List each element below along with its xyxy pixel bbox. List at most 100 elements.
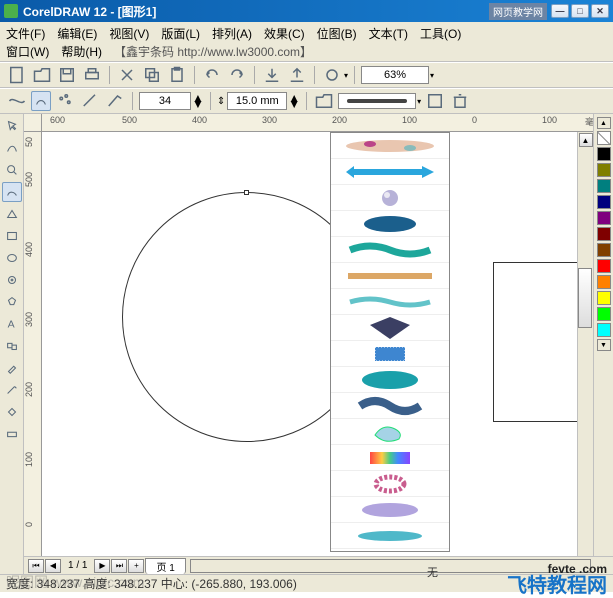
stroke-option[interactable] — [331, 497, 449, 523]
menu-effects[interactable]: 效果(C) — [264, 25, 305, 42]
width-input[interactable] — [227, 92, 287, 110]
print-button[interactable] — [81, 65, 103, 85]
sprayer-button[interactable] — [54, 91, 76, 111]
page-tab[interactable]: 页 1 — [145, 558, 185, 574]
add-page-button[interactable]: + — [128, 559, 144, 573]
color-swatch[interactable] — [597, 243, 611, 257]
zoom-input[interactable] — [361, 66, 429, 84]
stroke-option[interactable] — [331, 237, 449, 263]
color-swatch[interactable] — [597, 163, 611, 177]
spinner-down-icon[interactable]: ▼ — [288, 101, 300, 107]
polygon-tool[interactable] — [2, 270, 22, 290]
stroke-option[interactable] — [331, 523, 449, 549]
stroke-option[interactable] — [331, 263, 449, 289]
stroke-option[interactable] — [331, 133, 449, 159]
minimize-button[interactable]: — — [551, 4, 569, 18]
palette-scroll-up-icon[interactable]: ▲ — [597, 117, 611, 129]
stroke-option[interactable] — [331, 471, 449, 497]
stroke-option[interactable] — [331, 185, 449, 211]
copy-button[interactable] — [141, 65, 163, 85]
fill-tool[interactable] — [2, 402, 22, 422]
cut-button[interactable] — [116, 65, 138, 85]
menu-sponsor-link[interactable]: 【鑫宇条码 http://www.lw3000.com】 — [114, 43, 312, 60]
stroke-option[interactable] — [331, 367, 449, 393]
menu-file[interactable]: 文件(F) — [6, 25, 45, 42]
save-button[interactable] — [56, 65, 78, 85]
zoom-dropdown[interactable]: ▾ — [361, 66, 434, 84]
dropdown-arrow-icon[interactable]: ▾ — [417, 97, 421, 106]
stroke-option[interactable] — [331, 419, 449, 445]
delete-stroke-button[interactable] — [449, 91, 471, 111]
text-tool[interactable]: A — [2, 314, 22, 334]
menu-view[interactable]: 视图(V) — [109, 25, 149, 42]
shape-tool[interactable] — [2, 138, 22, 158]
maximize-button[interactable]: □ — [571, 4, 589, 18]
menu-edit[interactable]: 编辑(E) — [57, 25, 97, 42]
menu-arrange[interactable]: 排列(A) — [212, 25, 252, 42]
menu-bitmap[interactable]: 位图(B) — [317, 25, 357, 42]
color-swatch[interactable] — [597, 323, 611, 337]
menu-layout[interactable]: 版面(L) — [161, 25, 200, 42]
undo-button[interactable] — [201, 65, 223, 85]
scroll-up-icon[interactable]: ▲ — [579, 133, 593, 147]
stroke-option[interactable] — [331, 315, 449, 341]
first-page-button[interactable]: ⏮ — [28, 559, 44, 573]
close-button[interactable]: ✕ — [591, 4, 609, 18]
zoom-tool[interactable] — [2, 160, 22, 180]
menu-text[interactable]: 文本(T) — [369, 25, 408, 42]
stroke-option[interactable] — [331, 549, 449, 552]
stroke-option[interactable] — [331, 393, 449, 419]
eyedropper-tool[interactable] — [2, 358, 22, 378]
color-swatch[interactable] — [597, 291, 611, 305]
browse-button[interactable] — [313, 91, 335, 111]
last-page-button[interactable]: ⏭ — [111, 559, 127, 573]
import-button[interactable] — [261, 65, 283, 85]
color-swatch[interactable] — [597, 147, 611, 161]
color-swatch[interactable] — [597, 195, 611, 209]
basic-shapes-tool[interactable] — [2, 292, 22, 312]
canvas-viewport[interactable] — [42, 132, 613, 574]
next-page-button[interactable]: ▶ — [94, 559, 110, 573]
color-swatch[interactable] — [597, 179, 611, 193]
width-dropdown[interactable]: ⇕ ▲ ▼ — [217, 92, 300, 110]
spinner-down-icon[interactable]: ▼ — [192, 101, 204, 107]
dropdown-arrow-icon[interactable]: ▾ — [430, 71, 434, 80]
rectangle-tool[interactable] — [2, 226, 22, 246]
node-icon[interactable] — [244, 190, 249, 195]
blend-tool[interactable] — [2, 336, 22, 356]
color-swatch[interactable] — [597, 211, 611, 225]
stroke-option[interactable] — [331, 211, 449, 237]
smoothing-input[interactable] — [139, 92, 191, 110]
new-button[interactable] — [6, 65, 28, 85]
stroke-option[interactable] — [331, 445, 449, 471]
smoothing-dropdown[interactable]: ▲ ▼ — [139, 92, 204, 110]
pick-tool[interactable] — [2, 116, 22, 136]
menu-help[interactable]: 帮助(H) — [61, 43, 102, 60]
ruler-horizontal[interactable]: 600 500 400 300 200 100 0 100 毫米 — [42, 114, 613, 132]
stroke-option[interactable] — [331, 159, 449, 185]
stroke-option[interactable] — [331, 289, 449, 315]
interactive-fill-tool[interactable] — [2, 424, 22, 444]
stroke-option[interactable] — [331, 341, 449, 367]
menu-tools[interactable]: 工具(O) — [420, 25, 461, 42]
brush-stroke-button[interactable] — [31, 91, 51, 111]
app-launcher-button[interactable] — [321, 65, 343, 85]
vertical-scrollbar[interactable]: ▲ ▼ — [577, 132, 593, 574]
smart-draw-tool[interactable] — [2, 204, 22, 224]
outline-tool[interactable] — [2, 380, 22, 400]
paste-button[interactable] — [166, 65, 188, 85]
palette-scroll-down-icon[interactable]: ▼ — [597, 339, 611, 351]
menu-window[interactable]: 窗口(W) — [6, 43, 49, 60]
export-button[interactable] — [286, 65, 308, 85]
preset-stroke-button[interactable] — [6, 91, 28, 111]
color-swatch[interactable] — [597, 307, 611, 321]
color-swatch[interactable] — [597, 227, 611, 241]
dropdown-arrow-icon[interactable]: ▾ — [344, 71, 348, 80]
redo-button[interactable] — [226, 65, 248, 85]
prev-page-button[interactable]: ◀ — [45, 559, 61, 573]
freehand-tool[interactable] — [2, 182, 22, 202]
scrollbar-thumb[interactable] — [578, 268, 592, 328]
no-color-swatch[interactable] — [597, 131, 611, 145]
pressure-button[interactable] — [104, 91, 126, 111]
color-swatch[interactable] — [597, 275, 611, 289]
